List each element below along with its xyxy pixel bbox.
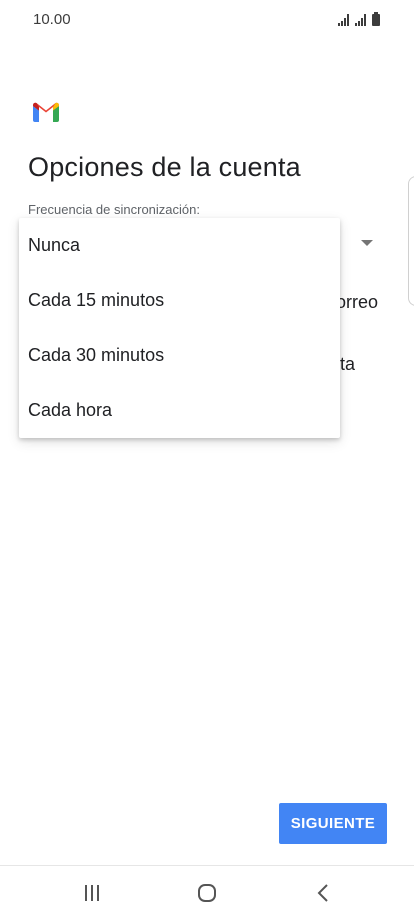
back-button[interactable] <box>303 880 343 906</box>
scroll-indicator <box>408 176 414 306</box>
dropdown-arrow-icon[interactable] <box>360 238 374 248</box>
account-options-screen: 10.00 Opciones de la cuenta Frecuencia d… <box>0 0 414 920</box>
home-icon <box>198 884 216 902</box>
sync-frequency-dropdown: Nunca Cada 15 minutos Cada 30 minutos Ca… <box>19 218 340 438</box>
background-option-text: orreo <box>336 292 379 312</box>
signal-icon <box>338 14 349 26</box>
battery-icon <box>372 12 380 26</box>
dropdown-option-30-min[interactable]: Cada 30 minutos <box>19 328 340 383</box>
status-icons <box>338 12 380 26</box>
recent-apps-icon <box>85 885 99 901</box>
recent-apps-button[interactable] <box>72 880 112 906</box>
back-icon <box>317 884 328 902</box>
dropdown-option-15-min[interactable]: Cada 15 minutos <box>19 273 340 328</box>
dropdown-option-hourly[interactable]: Cada hora <box>19 383 340 438</box>
next-button[interactable]: SIGUIENTE <box>279 803 387 844</box>
page-title: Opciones de la cuenta <box>28 152 301 182</box>
signal-icon <box>355 14 366 26</box>
navigation-bar <box>0 866 414 920</box>
sync-frequency-label: Frecuencia de sincronización: <box>28 202 200 217</box>
dropdown-option-never[interactable]: Nunca <box>19 218 340 273</box>
home-button[interactable] <box>187 880 227 906</box>
gmail-logo <box>33 102 59 122</box>
status-time: 10.00 <box>33 11 71 28</box>
status-bar: 10.00 <box>0 0 414 40</box>
